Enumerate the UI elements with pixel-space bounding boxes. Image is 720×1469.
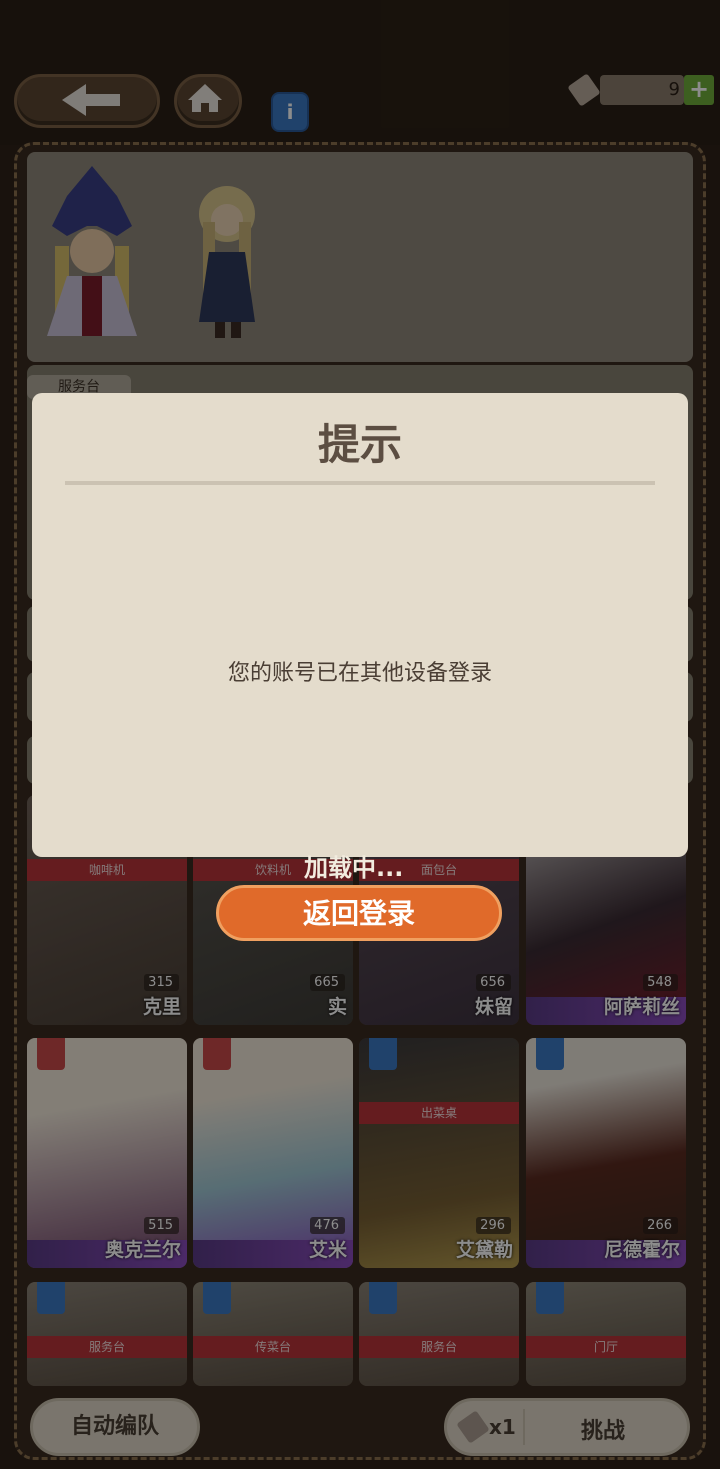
dialog-divider — [65, 481, 655, 485]
loading-text: 加载中... — [304, 854, 404, 882]
dialog-title: 提示 — [317, 420, 402, 469]
return-to-login-button[interactable]: 返回登录 — [216, 885, 502, 941]
dialog-message: 您的账号已在其他设备登录 — [227, 661, 492, 686]
alert-dialog: 提示 您的账号已在其他设备登录 — [32, 393, 688, 857]
